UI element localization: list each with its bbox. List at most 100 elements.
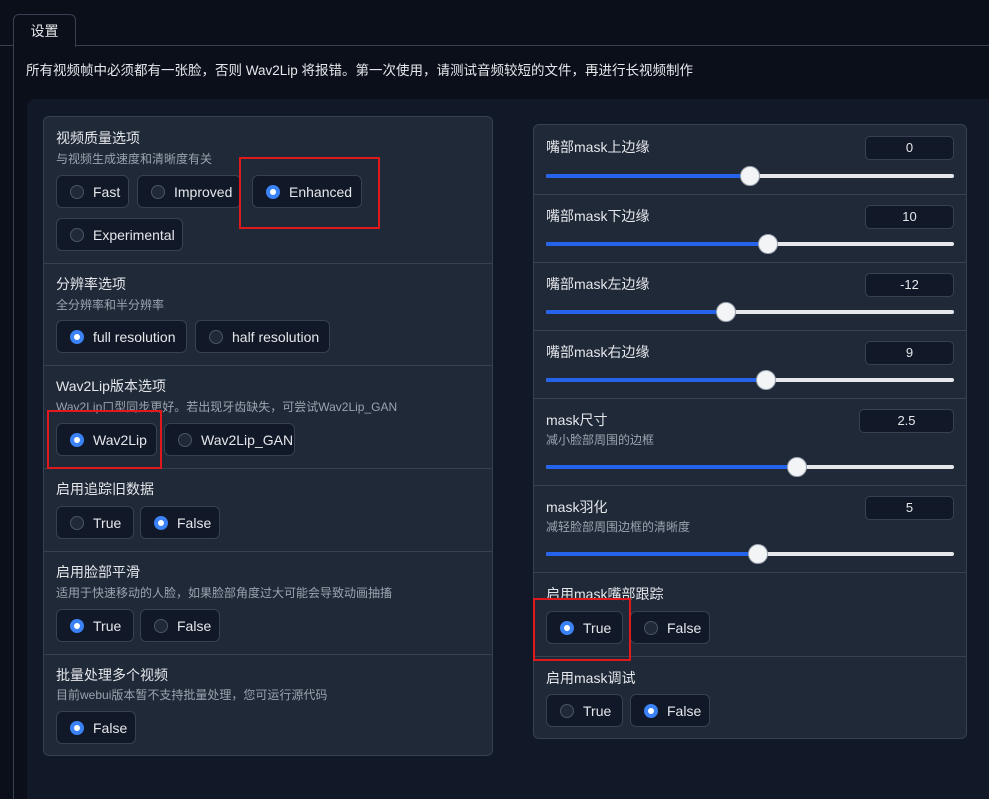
divider — [534, 656, 966, 657]
radio-dot-selected — [266, 184, 280, 199]
divider — [44, 551, 492, 552]
mask-bottom-slider[interactable] — [546, 234, 954, 254]
divider — [534, 194, 966, 195]
slider-label: 嘴部mask右边缘 — [546, 344, 650, 360]
divider — [44, 263, 492, 264]
left-settings-group: 视频质量选项 与视频生成速度和清晰度有关 Fast Improved Enhan… — [43, 116, 493, 756]
radio-dot-selected — [70, 329, 84, 344]
mouth-tracking-title: 启用mask嘴部跟踪 — [546, 586, 664, 602]
slider-info: 减小脸部周围的边框 — [546, 433, 655, 447]
mask-debug-option-true[interactable]: True — [546, 694, 623, 727]
tracking-title: 启用追踪旧数据 — [56, 481, 154, 497]
slider-handle[interactable] — [786, 457, 807, 477]
radio-dot-selected — [70, 618, 84, 633]
radio-label: full resolution — [93, 328, 176, 345]
resolution-option-full[interactable]: full resolution — [56, 320, 187, 353]
radio-dot — [70, 515, 84, 530]
smoothing-info: 适用于快速移动的人脸，如果脸部角度过大可能会导致动画抽搐 — [56, 586, 393, 600]
radio-label: Improved — [174, 183, 233, 200]
slider-label: 嘴部mask左边缘 — [546, 276, 650, 292]
slider-info: 减轻脸部周围边框的清晰度 — [546, 520, 691, 534]
radio-label: False — [93, 719, 128, 736]
smoothing-option-false[interactable]: False — [140, 609, 220, 642]
divider — [534, 572, 966, 573]
slider-label: mask尺寸 — [546, 412, 608, 428]
mouth-tracking-option-true[interactable]: True — [546, 611, 623, 644]
divider — [534, 330, 966, 331]
quality-info: 与视频生成速度和清晰度有关 — [56, 152, 213, 166]
quality-option-enhanced[interactable]: Enhanced — [252, 175, 362, 208]
radio-label: False — [177, 514, 212, 531]
right-settings-group: 嘴部mask上边缘 0 嘴部mask下边缘 10 嘴部mask左边缘 -12 嘴… — [533, 124, 967, 739]
batch-title: 批量处理多个视频 — [56, 667, 168, 683]
radio-dot-selected — [70, 720, 84, 735]
radio-label: Enhanced — [289, 183, 353, 200]
version-title: Wav2Lip版本选项 — [56, 378, 166, 394]
slider-handle[interactable] — [758, 234, 779, 254]
slider-handle[interactable] — [756, 370, 777, 390]
divider — [44, 654, 492, 655]
quality-option-fast[interactable]: Fast — [56, 175, 129, 208]
slider-label: mask羽化 — [546, 499, 608, 515]
slider-label: 嘴部mask下边缘 — [546, 208, 650, 224]
divider — [44, 468, 492, 469]
radio-dot — [154, 618, 168, 633]
radio-label: False — [667, 702, 702, 719]
tracking-option-false[interactable]: False — [140, 506, 220, 539]
mask-debug-title: 启用mask调试 — [546, 670, 636, 686]
version-option-wav2lip-gan[interactable]: Wav2Lip_GAN — [164, 423, 295, 456]
slider-handle[interactable] — [740, 166, 760, 186]
smoothing-title: 启用脸部平滑 — [56, 564, 140, 580]
radio-label: Fast — [93, 183, 121, 200]
radio-label: False — [667, 619, 702, 636]
tracking-option-true[interactable]: True — [56, 506, 134, 539]
version-option-wav2lip[interactable]: Wav2Lip — [56, 423, 157, 456]
smoothing-option-true[interactable]: True — [56, 609, 134, 642]
quality-title: 视频质量选项 — [56, 130, 140, 146]
mask-left-slider[interactable] — [546, 302, 954, 322]
tab-settings[interactable]: 设置 — [13, 14, 76, 47]
radio-dot-selected — [644, 703, 658, 718]
mask-left-number-input[interactable]: -12 — [865, 273, 954, 297]
tab-bar: 设置 — [0, 0, 989, 47]
radio-dot — [178, 432, 192, 447]
resolution-title: 分辨率选项 — [56, 276, 126, 292]
radio-label: True — [93, 514, 122, 531]
mouth-tracking-option-false[interactable]: False — [630, 611, 710, 644]
mask-feather-number-input[interactable]: 5 — [865, 496, 954, 520]
slider-handle[interactable] — [715, 302, 736, 322]
divider — [534, 485, 966, 486]
mask-bottom-number-input[interactable]: 10 — [865, 205, 954, 229]
radio-label: Wav2Lip — [93, 431, 147, 448]
batch-option-false[interactable]: False — [56, 711, 136, 744]
slider-fill — [546, 465, 797, 469]
radio-label: half resolution — [232, 328, 320, 345]
radio-label: True — [93, 617, 122, 634]
slider-fill — [546, 310, 726, 314]
quality-option-improved[interactable]: Improved — [137, 175, 241, 208]
mask-debug-option-false[interactable]: False — [630, 694, 710, 727]
radio-dot — [151, 184, 165, 199]
mask-right-number-input[interactable]: 9 — [865, 341, 954, 365]
radio-label: Experimental — [93, 226, 175, 243]
resolution-info: 全分辨率和半分辨率 — [56, 298, 165, 312]
batch-info: 目前webui版本暂不支持批量处理，您可运行源代码 — [56, 688, 328, 702]
mask-top-number-input[interactable]: 0 — [865, 136, 954, 160]
slider-fill — [546, 174, 750, 178]
divider — [44, 365, 492, 366]
mask-top-slider[interactable] — [546, 166, 954, 186]
mask-feather-slider[interactable] — [546, 544, 954, 564]
slider-label: 嘴部mask上边缘 — [546, 139, 650, 155]
mask-size-slider[interactable] — [546, 457, 954, 477]
mask-right-slider[interactable] — [546, 370, 954, 390]
version-info: Wav2Lip口型同步更好。若出现牙齿缺失，可尝试Wav2Lip_GAN — [56, 400, 398, 414]
slider-handle[interactable] — [748, 544, 769, 564]
resolution-option-half[interactable]: half resolution — [195, 320, 330, 353]
quality-option-experimental[interactable]: Experimental — [56, 218, 183, 251]
radio-dot — [70, 227, 84, 242]
mask-size-number-input[interactable]: 2.5 — [859, 409, 954, 433]
radio-dot — [644, 620, 658, 635]
radio-dot — [560, 703, 574, 718]
radio-dot-selected — [70, 432, 84, 447]
slider-fill — [546, 552, 759, 556]
